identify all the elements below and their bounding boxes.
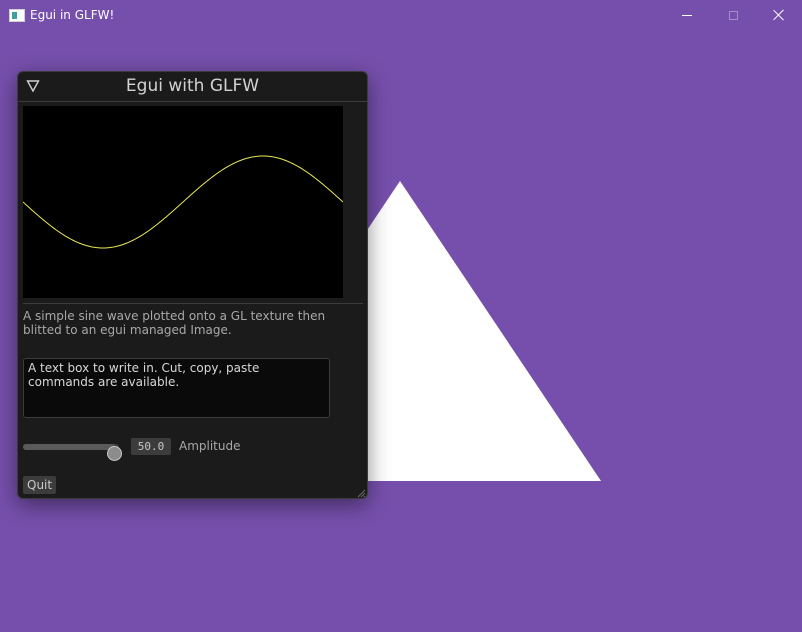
egui-window-title: Egui with GLFW xyxy=(125,76,260,96)
amplitude-slider-track[interactable] xyxy=(23,444,122,461)
close-icon xyxy=(773,9,785,21)
minimize-button[interactable] xyxy=(664,0,710,30)
resize-grip-icon[interactable] xyxy=(356,488,366,498)
os-window-title: Egui in GLFW! xyxy=(30,8,115,22)
minimize-icon xyxy=(682,14,692,16)
quit-button[interactable]: Quit xyxy=(23,476,57,494)
os-title-bar[interactable]: Egui in GLFW! xyxy=(0,0,802,31)
maximize-button[interactable] xyxy=(710,0,756,30)
amplitude-slider-row: 50.0 Amplitude xyxy=(23,437,363,461)
text-box-input[interactable]: A text box to write in. Cut, copy, paste… xyxy=(23,358,330,418)
plot-divider xyxy=(23,303,363,304)
maximize-icon xyxy=(728,10,738,20)
sine-wave-line xyxy=(22,155,344,249)
amplitude-slider-handle[interactable] xyxy=(107,446,122,461)
sine-plot-image xyxy=(22,106,344,298)
amplitude-label: Amplitude xyxy=(179,439,241,453)
header-divider xyxy=(18,101,367,102)
egui-window-header[interactable]: Egui with GLFW xyxy=(18,72,367,102)
close-button[interactable] xyxy=(756,0,802,30)
plot-description: A simple sine wave plotted onto a GL tex… xyxy=(23,309,326,337)
amplitude-value-field[interactable]: 50.0 xyxy=(131,438,171,455)
egui-window[interactable]: Egui with GLFW A simple sine wave plotte… xyxy=(17,71,368,499)
app-icon xyxy=(9,9,25,22)
amplitude-slider-fill xyxy=(23,444,115,450)
